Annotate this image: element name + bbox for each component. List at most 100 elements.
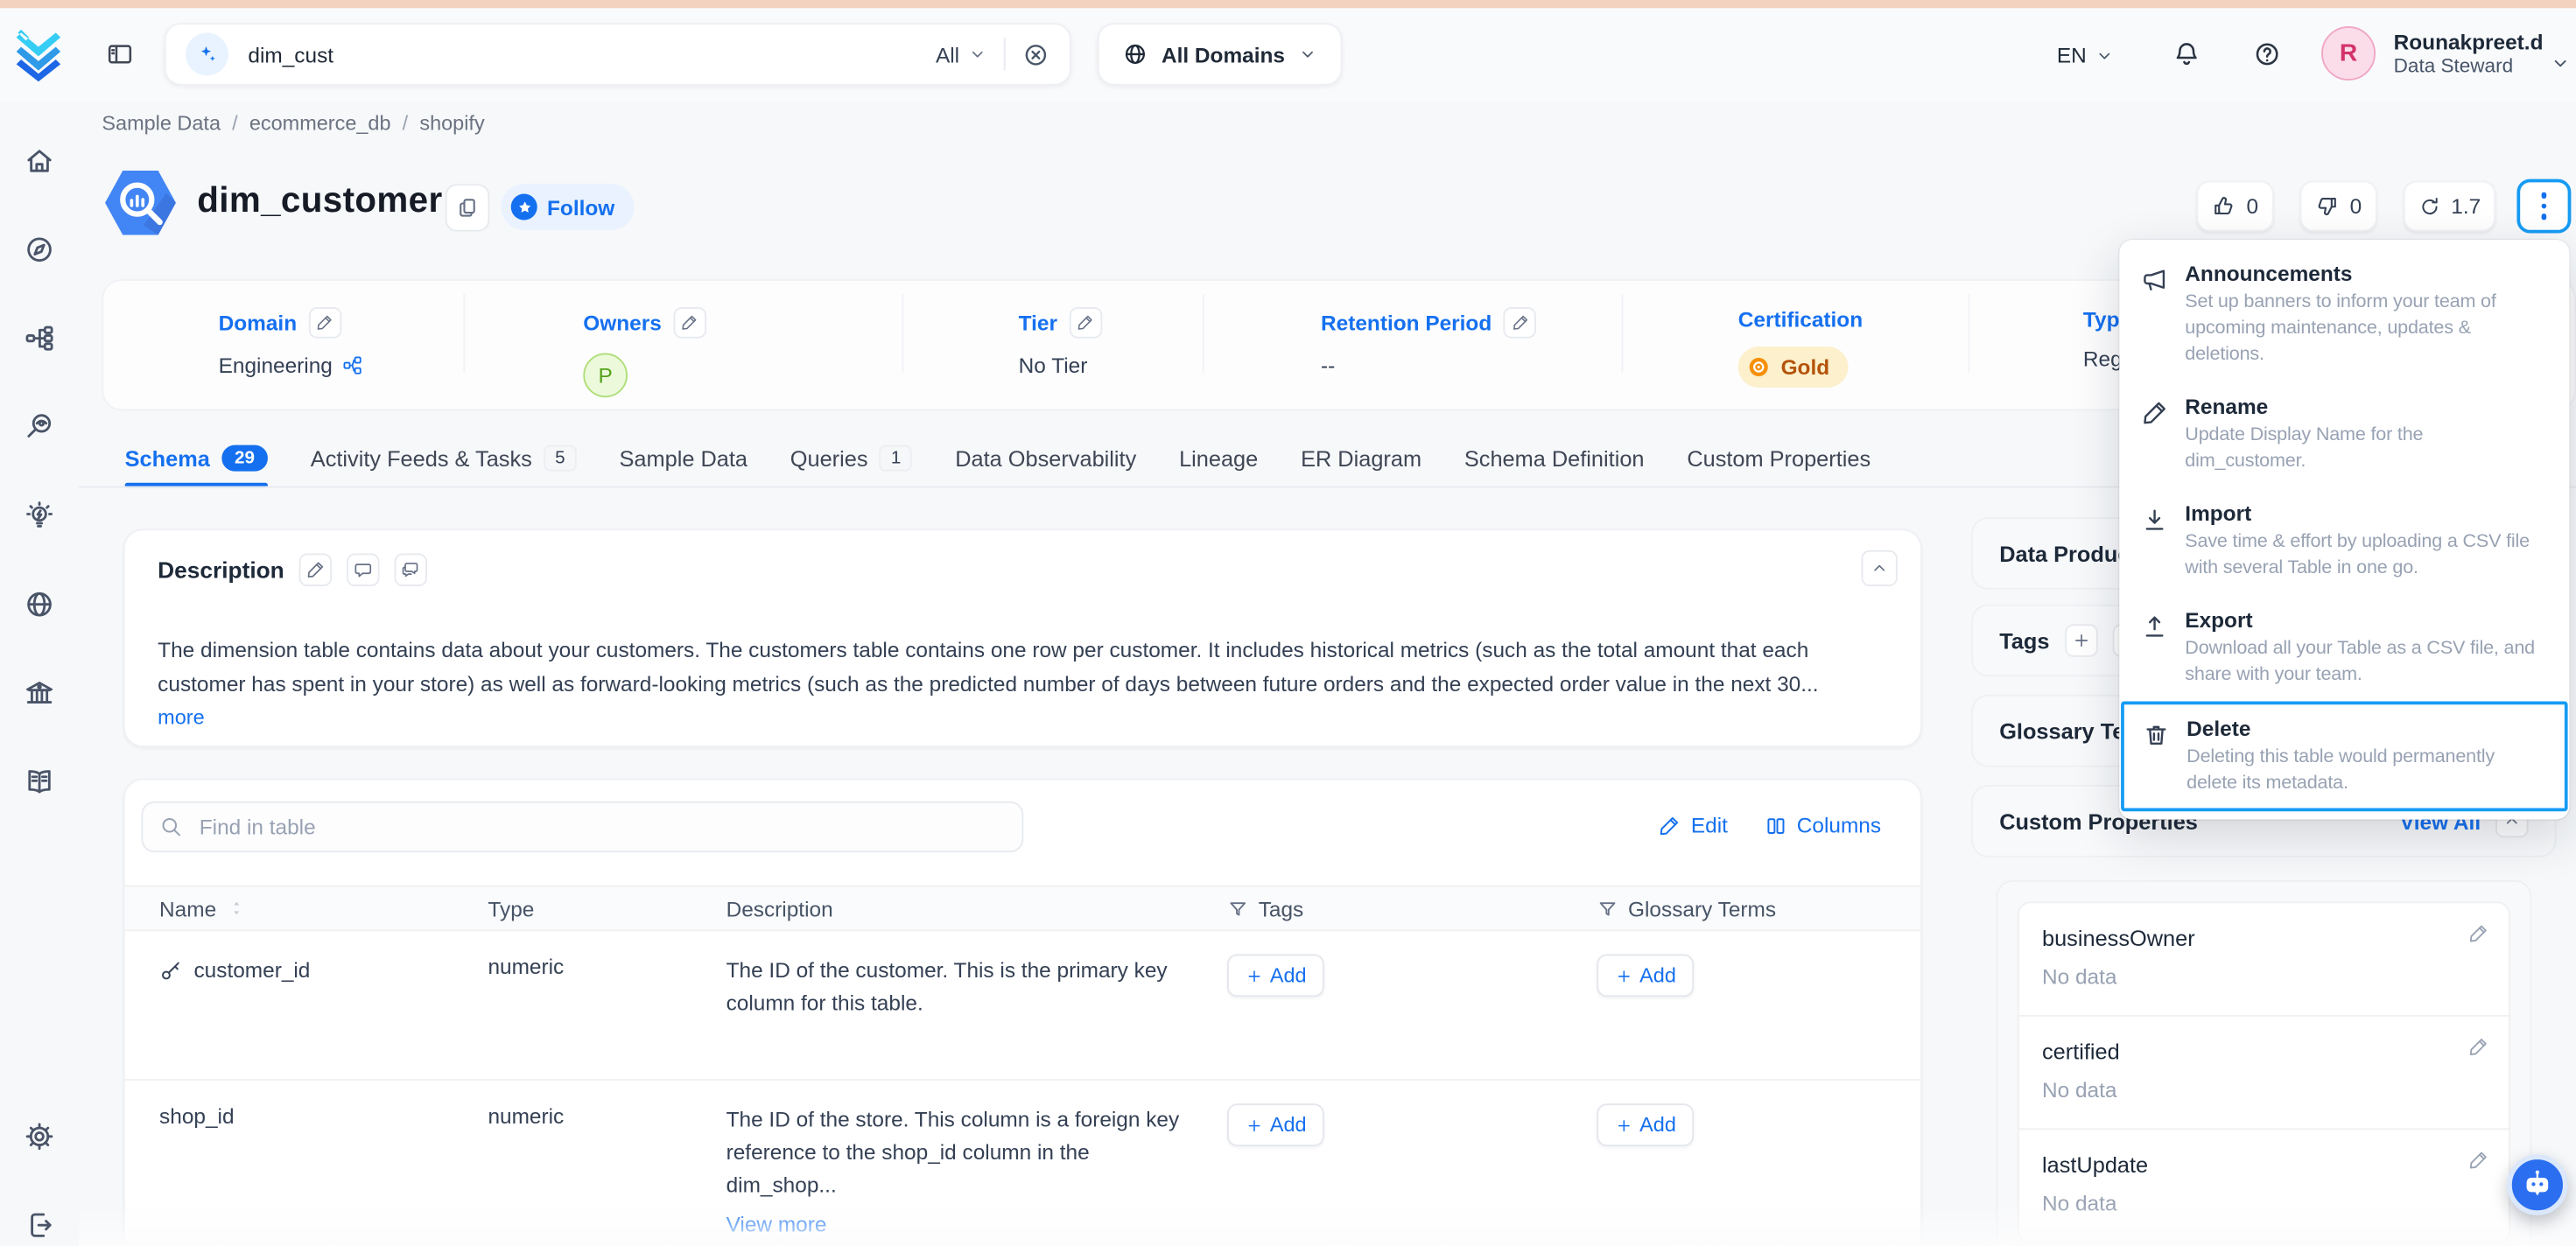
glossary-icon[interactable] [23,766,56,799]
global-search-bar[interactable]: All [165,23,1071,85]
breadcrumb-item[interactable]: ecommerce_db [249,112,391,135]
columns-button[interactable]: Columns [1764,813,1881,837]
tab-sample-data[interactable]: Sample Data [620,447,748,488]
edit-property-icon[interactable] [2467,1036,2488,1057]
help-icon[interactable] [2252,39,2282,69]
notifications-icon[interactable] [2172,39,2201,69]
chevron-down-icon[interactable] [2550,52,2571,74]
clear-search-icon[interactable] [1021,40,1049,68]
filter-icon[interactable] [1597,898,1618,919]
meta-owners: Owners P [583,307,705,397]
explore-icon[interactable] [23,234,56,267]
top-navbar: All All Domains EN R Rounakpreet.d Data … [0,8,2576,102]
tab-schema-definition[interactable]: Schema Definition [1464,447,1645,488]
bigquery-icon [102,164,179,242]
version-button[interactable]: 1.7 [2404,180,2495,231]
home-icon[interactable] [23,144,56,178]
add-glossary-term-button[interactable]: Add [1597,1103,1694,1146]
user-avatar[interactable]: R [2321,26,2376,80]
column-name[interactable]: customer_id [193,957,310,982]
sort-icon[interactable] [226,899,246,919]
globe-icon [1122,41,1148,67]
edit-domain-button[interactable] [308,307,341,339]
plus-icon [1615,967,1633,985]
description-card: Description The dimension table contains… [123,528,1922,747]
edit-retention-button[interactable] [1503,307,1536,339]
tab-activity-feeds[interactable]: Activity Feeds & Tasks5 [311,445,577,488]
breadcrumb-item[interactable]: Sample Data [102,112,221,135]
share-link-icon [342,354,363,375]
upvote-button[interactable]: 0 [2196,180,2273,231]
breadcrumb: Sample Data / ecommerce_db / shopify [102,112,484,135]
settings-icon[interactable] [23,1120,56,1153]
description-comments-button[interactable] [394,554,427,587]
edit-property-icon[interactable] [2467,923,2488,944]
tab-lineage[interactable]: Lineage [1179,447,1258,488]
logout-icon[interactable] [23,1208,56,1242]
downvote-button[interactable]: 0 [2300,180,2377,231]
pencil-icon [680,313,698,332]
tab-custom-properties[interactable]: Custom Properties [1687,447,1871,488]
copy-name-button[interactable] [446,184,490,231]
breadcrumb-item[interactable]: shopify [419,112,484,135]
chatbot-button[interactable] [2507,1154,2567,1214]
search-scope-dropdown[interactable]: All [936,42,987,66]
domain-selector[interactable]: All Domains [1098,23,1343,85]
lineage-icon[interactable] [23,322,56,355]
tab-data-observability[interactable]: Data Observability [955,447,1136,488]
find-in-table-input[interactable] [196,813,1006,841]
table-row: customer_id numeric The ID of the custom… [125,931,1920,1081]
menu-item-import[interactable]: Import Save time & effort by uploading a… [2119,487,2569,594]
copy-icon [455,195,480,220]
edit-owners-button[interactable] [673,307,706,339]
menu-item-announcements[interactable]: Announcements Set up banners to inform y… [2119,248,2569,381]
property-certified: certified No data [2019,1017,2509,1130]
chat-question-icon [354,560,374,580]
column-header-glossary[interactable]: Glossary Terms [1583,887,1902,930]
tab-er-diagram[interactable]: ER Diagram [1301,447,1421,488]
description-title: Description [158,556,284,583]
manage-menu-button[interactable] [2516,179,2571,234]
announcements-icon [2141,266,2169,294]
collapse-description-button[interactable] [1862,550,1898,586]
menu-item-rename[interactable]: Rename Update Display Name for the dim_c… [2119,381,2569,487]
add-glossary-term-button[interactable]: Add [1597,954,1694,997]
user-menu[interactable]: Rounakpreet.d Data Steward [2394,30,2544,79]
menu-item-delete[interactable]: Delete Deleting this table would permane… [2121,701,2568,811]
thumb-up-icon [2212,193,2236,218]
govern-icon[interactable] [23,676,56,710]
edit-table-button[interactable]: Edit [1658,813,1728,837]
request-description-button[interactable] [347,554,380,587]
observability-icon[interactable] [23,410,56,444]
property-business-owner: businessOwner No data [2019,903,2509,1017]
owner-avatar[interactable]: P [583,354,628,398]
tab-queries[interactable]: Queries1 [790,445,913,488]
column-header-type: Type [474,887,712,930]
app-logo-icon[interactable] [15,30,64,82]
domains-icon[interactable] [23,588,56,621]
language-selector[interactable]: EN [2057,43,2115,67]
follow-button[interactable]: Follow [501,184,634,230]
column-header-description: Description [713,887,1214,930]
add-tags-button[interactable] [2064,624,2097,657]
description-more-link[interactable]: more [158,706,204,729]
edit-description-button[interactable] [299,554,333,587]
find-in-table-field[interactable] [141,802,1023,852]
global-search-input[interactable] [245,40,920,68]
menu-item-export[interactable]: Export Download all your Table as a CSV … [2119,594,2569,701]
meta-certification: Certification Gold [1738,307,1863,388]
edit-tier-button[interactable] [1069,307,1102,339]
tab-schema[interactable]: Schema29 [125,445,268,488]
edit-property-icon[interactable] [2467,1150,2488,1171]
insights-icon[interactable] [23,500,56,533]
add-tag-button[interactable]: Add [1227,1103,1324,1146]
add-tag-button[interactable]: Add [1227,954,1324,997]
plus-icon [2071,631,2091,651]
filter-icon[interactable] [1227,898,1248,919]
import-icon [2141,506,2169,534]
schema-table-card: Edit Columns Name Type Description Tags … [123,779,1922,1246]
sidebar-toggle-icon[interactable] [105,39,135,69]
ai-sparkle-icon[interactable] [186,33,228,76]
column-header-tags[interactable]: Tags [1214,887,1583,930]
column-header-name[interactable]: Name [146,887,474,930]
